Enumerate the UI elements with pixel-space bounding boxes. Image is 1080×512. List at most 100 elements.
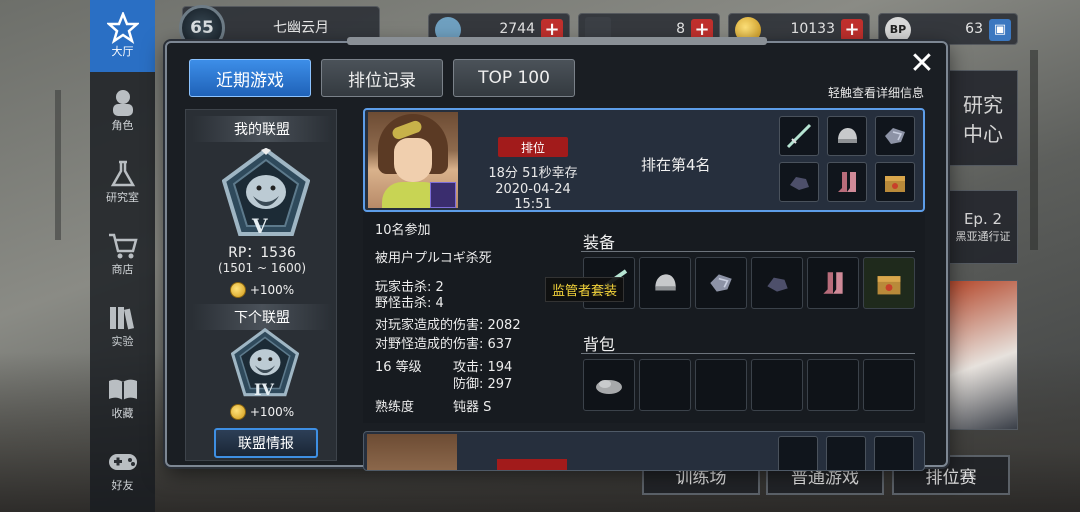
tap-for-details-hint: 轻触查看详细信息 bbox=[827, 86, 924, 100]
backpack-slot[interactable] bbox=[863, 359, 915, 411]
proficiency-value: 钝器 S bbox=[453, 400, 492, 415]
tab-recent-games[interactable]: 近期游戏 bbox=[189, 59, 311, 97]
backpack-title: 背包 bbox=[583, 335, 616, 354]
character-icon bbox=[104, 87, 142, 117]
monster-damage: 对野怪造成的伤害: 637 bbox=[375, 337, 513, 352]
killed-by: 被用户プルコギ杀死 bbox=[375, 251, 492, 266]
nav-label: 大厅 bbox=[111, 45, 134, 58]
helmet-icon bbox=[826, 436, 866, 470]
bp-icon: BP bbox=[885, 17, 911, 43]
mode-tag bbox=[497, 459, 567, 470]
character-level: 16 等级 bbox=[375, 360, 422, 375]
battle-pass-label: 黑亚通行证 bbox=[955, 230, 1011, 243]
nav-label: 商店 bbox=[111, 263, 134, 276]
resource-value: 10133 bbox=[790, 21, 835, 37]
league-info-button[interactable]: 联盟情报 bbox=[214, 428, 318, 458]
armor-icon bbox=[874, 436, 914, 470]
character-portrait bbox=[368, 112, 458, 208]
resource-value: 8 bbox=[676, 21, 685, 37]
nav-item-collection[interactable]: 收藏 bbox=[90, 362, 155, 434]
mode-tag: 排位 bbox=[498, 137, 568, 157]
nav-item-lobby[interactable]: 大厅 bbox=[90, 0, 155, 72]
flask-icon bbox=[104, 159, 142, 189]
equipment-slot[interactable] bbox=[639, 257, 691, 309]
add-coins-button[interactable]: + bbox=[841, 19, 863, 41]
tab-top-100[interactable]: TOP 100 bbox=[453, 59, 575, 97]
divider bbox=[581, 353, 915, 354]
resource-value: 2744 bbox=[499, 21, 535, 37]
modal-drag-handle bbox=[347, 37, 767, 45]
equipment-slot[interactable] bbox=[751, 257, 803, 309]
nav-label: 好友 bbox=[111, 479, 134, 492]
backpack-slot[interactable] bbox=[695, 359, 747, 411]
equipment-slot[interactable] bbox=[695, 257, 747, 309]
cart-icon bbox=[104, 231, 142, 261]
bonus-text: +100% bbox=[249, 405, 295, 419]
tab-ranked-records[interactable]: 排位记录 bbox=[321, 59, 443, 97]
survive-time: 18分 51秒幸存 bbox=[488, 166, 578, 181]
nav-item-experiment[interactable]: 实验 bbox=[90, 290, 155, 362]
battle-pass-episode: Ep. 2 bbox=[963, 210, 1003, 228]
player-damage: 对玩家造成的伤害: 2082 bbox=[375, 318, 521, 333]
rp-range: (1501 ~ 1600) bbox=[217, 261, 307, 275]
my-league-tier: V bbox=[252, 214, 268, 238]
battle-pass-card[interactable]: Ep. 2 黑亚通行证 bbox=[948, 190, 1018, 264]
background-pole bbox=[55, 90, 61, 240]
rp-value: RP：1536 bbox=[228, 245, 296, 261]
match-history-modal: ✕ 近期游戏 排位记录 TOP 100 轻触查看详细信息 我的联盟 V RP：1… bbox=[165, 37, 948, 471]
my-league-bonus: +100% bbox=[186, 282, 338, 298]
league-panel: 我的联盟 V RP：1536 (1501 ~ 1600) +100% 下个联盟 … bbox=[185, 109, 337, 461]
weapon-badge-icon bbox=[430, 182, 456, 208]
participants: 10名参加 bbox=[375, 223, 431, 238]
resource-value: 63 bbox=[965, 21, 983, 37]
backpack-slot[interactable] bbox=[751, 359, 803, 411]
bonus-text: +100% bbox=[249, 283, 295, 297]
boots-icon bbox=[827, 162, 867, 202]
star-icon bbox=[104, 12, 142, 44]
defense-stat: 防御: 297 bbox=[453, 377, 513, 392]
research-center-title: 研究中心 bbox=[963, 93, 1003, 146]
nav-item-friends[interactable]: 好友 bbox=[90, 434, 155, 506]
next-league-tier: IV bbox=[254, 380, 274, 399]
match-card[interactable] bbox=[363, 431, 925, 471]
coin-icon bbox=[229, 404, 246, 420]
next-league-bonus: +100% bbox=[186, 404, 338, 420]
item-tooltip: 监管者套装 bbox=[545, 277, 625, 302]
backpack-slot[interactable] bbox=[807, 359, 859, 411]
character-art bbox=[948, 280, 1018, 430]
crate-icon bbox=[875, 162, 915, 202]
coin-icon bbox=[229, 282, 246, 298]
equipment-slot[interactable] bbox=[863, 257, 915, 309]
armor-icon bbox=[875, 116, 915, 156]
gauntlet-icon bbox=[779, 162, 819, 202]
close-button[interactable]: ✕ bbox=[906, 46, 938, 81]
nav-label: 研究室 bbox=[106, 191, 139, 204]
research-center-card[interactable]: 研究中心 bbox=[948, 70, 1018, 166]
nav-label: 收藏 bbox=[111, 407, 134, 420]
my-league-title: 我的联盟 bbox=[192, 116, 332, 142]
next-league-title: 下个联盟 bbox=[192, 304, 332, 330]
nav-item-shop[interactable]: 商店 bbox=[90, 218, 155, 290]
backpack-slot[interactable] bbox=[639, 359, 691, 411]
book-icon bbox=[104, 375, 142, 405]
left-nav: 大厅 角色 研究室 商店 实验 收藏 好友 bbox=[90, 0, 155, 512]
match-date: 2020-04-24 15:51 bbox=[495, 182, 571, 212]
bp-card-button[interactable]: ▣ bbox=[989, 19, 1011, 41]
character-portrait bbox=[367, 434, 457, 470]
match-card[interactable]: 排位 18分 51秒幸存 2020-04-24 15:51 排在第4名 bbox=[363, 108, 925, 212]
background-pole bbox=[1030, 50, 1038, 250]
nav-label: 实验 bbox=[111, 335, 134, 348]
helmet-icon bbox=[827, 116, 867, 156]
monster-kills: 野怪击杀: 4 bbox=[375, 296, 444, 311]
sword-icon bbox=[779, 116, 819, 156]
match-details: 10名参加 被用户プルコギ杀死 玩家击杀: 2 野怪击杀: 4 对玩家造成的伤害… bbox=[363, 213, 925, 423]
sword-icon bbox=[778, 436, 818, 470]
equipment-title: 装备 bbox=[583, 233, 616, 252]
proficiency-label: 熟练度 bbox=[375, 400, 415, 415]
player-name: 七幽云月 bbox=[273, 20, 329, 36]
backpack-slot[interactable] bbox=[583, 359, 635, 411]
equipment-slot[interactable] bbox=[807, 257, 859, 309]
nav-item-character[interactable]: 角色 bbox=[90, 74, 155, 146]
divider bbox=[581, 251, 915, 252]
nav-item-lab[interactable]: 研究室 bbox=[90, 146, 155, 218]
